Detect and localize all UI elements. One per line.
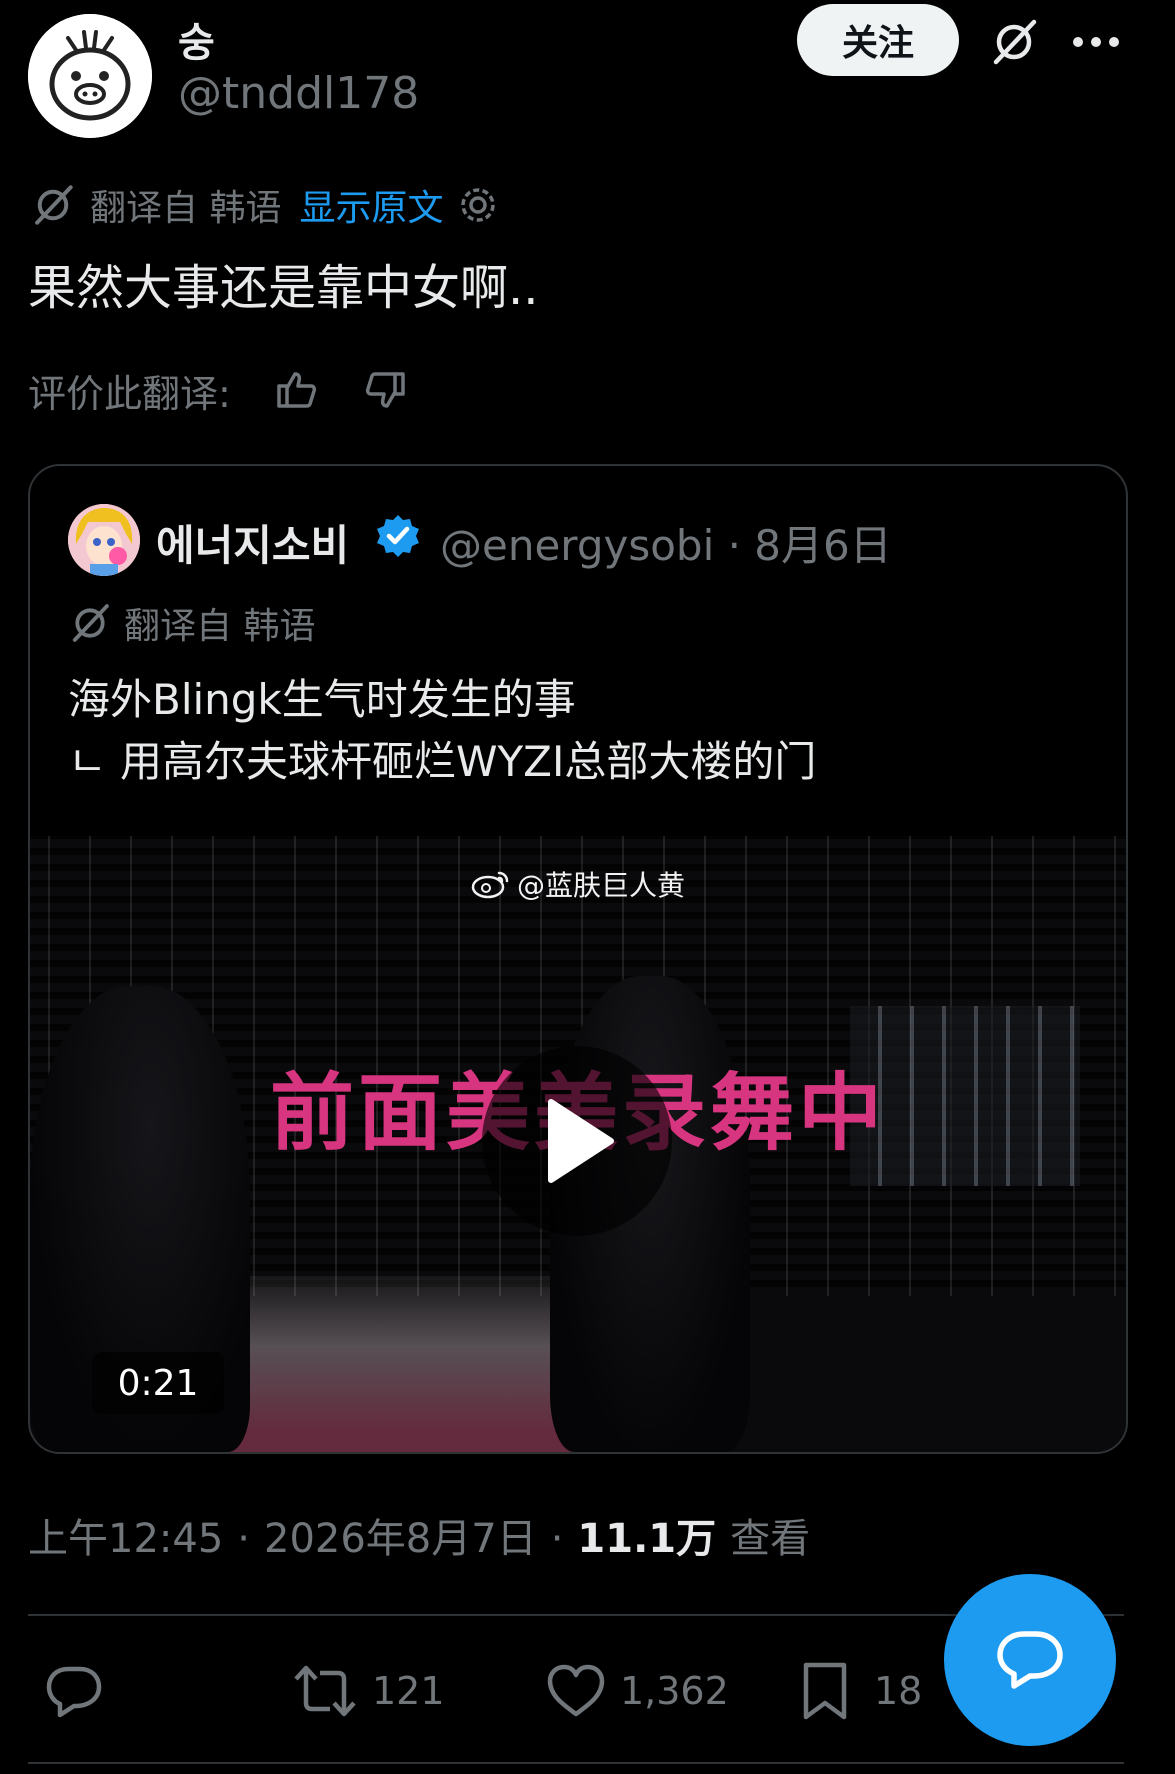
more-dots-icon[interactable] bbox=[1068, 22, 1124, 62]
show-original-link[interactable]: 显示原文 bbox=[299, 179, 443, 231]
bookmark-button[interactable]: 18 bbox=[800, 1656, 922, 1726]
view-count: 11.1万 bbox=[577, 1516, 717, 1562]
grok-translate-icon bbox=[68, 601, 112, 645]
meta-separator: · bbox=[237, 1516, 250, 1562]
post-text: 果然大事还是靠中女啊.. bbox=[28, 260, 539, 316]
reply-button[interactable] bbox=[44, 1656, 104, 1726]
post-time[interactable]: 上午12:45 bbox=[28, 1506, 223, 1564]
bookmark-count: 18 bbox=[874, 1669, 923, 1713]
translation-label: 翻译自 韩语 bbox=[90, 188, 282, 229]
retweet-icon bbox=[294, 1665, 356, 1717]
rate-translation-label: 评价此翻译: bbox=[28, 371, 231, 416]
grok-icon[interactable] bbox=[984, 12, 1044, 72]
weibo-icon bbox=[471, 869, 511, 906]
author-handle[interactable]: @tnddl178 bbox=[178, 68, 419, 119]
quote-translation-row: 翻译自 韩语 bbox=[68, 598, 315, 648]
follow-button[interactable]: 关注 bbox=[797, 4, 959, 76]
quote-handle-date: @energysobi · 8月6日 bbox=[440, 521, 892, 570]
quote-text-line-1: 海外Blingk生气时发生的事 bbox=[68, 675, 576, 724]
bottom-divider bbox=[28, 1762, 1124, 1764]
quote-author-avatar[interactable] bbox=[68, 504, 140, 576]
video-watermark-text: @蓝肤巨人黄 bbox=[516, 869, 685, 902]
thumbs-down-icon[interactable] bbox=[363, 368, 407, 412]
meta-separator: · bbox=[550, 1516, 564, 1562]
post-meta: 上午12:45 · 2026年8月7日 · 11.1万 查看 bbox=[28, 1506, 810, 1564]
author-display-name[interactable]: 숭 bbox=[178, 10, 215, 68]
chat-bubble-icon bbox=[997, 1631, 1063, 1689]
author-avatar[interactable] bbox=[28, 14, 152, 138]
video-player[interactable]: @蓝肤巨人黄 前面美美录舞中 0:21 bbox=[30, 836, 1126, 1452]
message-fab-button[interactable] bbox=[944, 1574, 1116, 1746]
quoted-post-card[interactable]: 에너지소비 @energysobi · 8月6日 翻译自 韩语 海外Blingk… bbox=[28, 464, 1128, 1454]
quote-text-line-2: ㄴ 用高尔夫球杆砸烂WYZI总部大楼的门 bbox=[68, 737, 817, 786]
rate-translation-row: 评价此翻译: bbox=[28, 362, 407, 418]
verified-badge-icon bbox=[374, 512, 422, 564]
bookmark-icon bbox=[803, 1662, 847, 1720]
play-icon bbox=[548, 1099, 614, 1183]
play-button[interactable] bbox=[482, 1046, 672, 1236]
cartoon-face-avatar-icon bbox=[28, 14, 152, 138]
video-duration: 0:21 bbox=[92, 1352, 224, 1414]
retweet-button[interactable]: 121 bbox=[292, 1656, 445, 1726]
thumbs-up-icon[interactable] bbox=[275, 368, 319, 412]
grok-translate-icon bbox=[30, 182, 76, 228]
quote-translation-label: 翻译自 韩语 bbox=[124, 606, 316, 647]
heart-icon bbox=[547, 1664, 605, 1717]
video-watermark: @蓝肤巨人黄 bbox=[30, 864, 1126, 906]
reply-icon bbox=[46, 1666, 102, 1718]
quote-author-name[interactable]: 에너지소비 bbox=[156, 512, 349, 573]
retweet-count: 121 bbox=[372, 1669, 445, 1713]
like-button[interactable]: 1,362 bbox=[546, 1656, 729, 1726]
like-count: 1,362 bbox=[620, 1669, 729, 1713]
translation-row: 翻译自 韩语 显示原文 bbox=[30, 180, 499, 230]
post-date[interactable]: 2026年8月7日 bbox=[264, 1506, 537, 1564]
view-label: 查看 bbox=[730, 1516, 811, 1562]
gear-icon[interactable] bbox=[457, 184, 499, 226]
